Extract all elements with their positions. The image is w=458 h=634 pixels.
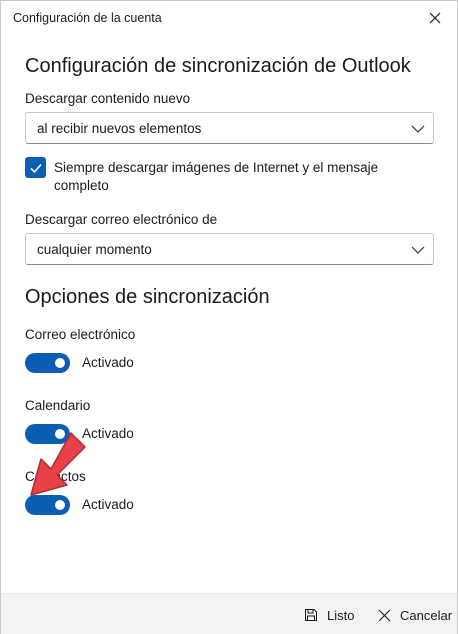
contacts-sync-toggle[interactable] bbox=[25, 495, 70, 515]
download-email-label: Descargar correo electrónico de bbox=[25, 212, 218, 227]
email-sync-toggle[interactable] bbox=[25, 353, 70, 373]
download-content-select[interactable]: al recibir nuevos elementos bbox=[25, 112, 434, 144]
save-label: Listo bbox=[327, 607, 355, 623]
download-email-value: cualquier momento bbox=[37, 242, 152, 257]
images-checkbox-label: Siempre descargar imágenes de Internet y… bbox=[54, 160, 379, 193]
save-button[interactable]: Listo bbox=[303, 606, 354, 624]
images-checkbox[interactable] bbox=[25, 157, 46, 178]
sync-options-heading: Opciones de sincronización bbox=[25, 286, 270, 308]
account-settings-dialog: Configuración de la cuenta Configuración… bbox=[0, 0, 458, 634]
chevron-down-icon bbox=[411, 125, 425, 133]
dialog-footer: Listo Cancelar bbox=[1, 593, 457, 634]
toggle-knob bbox=[55, 429, 65, 439]
calendar-sync-state: Activado bbox=[82, 426, 134, 441]
toggle-knob bbox=[55, 500, 65, 510]
cancel-button[interactable]: Cancelar bbox=[376, 606, 452, 624]
calendar-sync-label: Calendario bbox=[25, 398, 91, 413]
chevron-down-icon bbox=[411, 246, 425, 254]
email-sync-state: Activado bbox=[82, 355, 134, 370]
download-content-value: al recibir nuevos elementos bbox=[37, 121, 202, 136]
check-icon bbox=[29, 163, 42, 173]
sync-settings-heading: Configuración de sincronización de Outlo… bbox=[25, 55, 411, 77]
title-bar: Configuración de la cuenta bbox=[1, 1, 457, 35]
cancel-label: Cancelar bbox=[400, 607, 453, 623]
download-email-select[interactable]: cualquier momento bbox=[25, 233, 434, 265]
dialog-content: Configuración de sincronización de Outlo… bbox=[1, 35, 457, 593]
save-icon bbox=[303, 607, 319, 623]
contacts-sync-state: Activado bbox=[82, 497, 134, 512]
email-sync-label: Correo electrónico bbox=[25, 327, 136, 342]
contacts-sync-label: Contactos bbox=[25, 469, 86, 484]
close-button[interactable] bbox=[421, 5, 449, 31]
toggle-knob bbox=[55, 358, 65, 368]
window-title: Configuración de la cuenta bbox=[13, 11, 162, 25]
download-content-label: Descargar contenido nuevo bbox=[25, 91, 191, 106]
close-icon bbox=[429, 12, 441, 24]
calendar-sync-toggle[interactable] bbox=[25, 424, 70, 444]
cancel-icon bbox=[376, 607, 392, 623]
